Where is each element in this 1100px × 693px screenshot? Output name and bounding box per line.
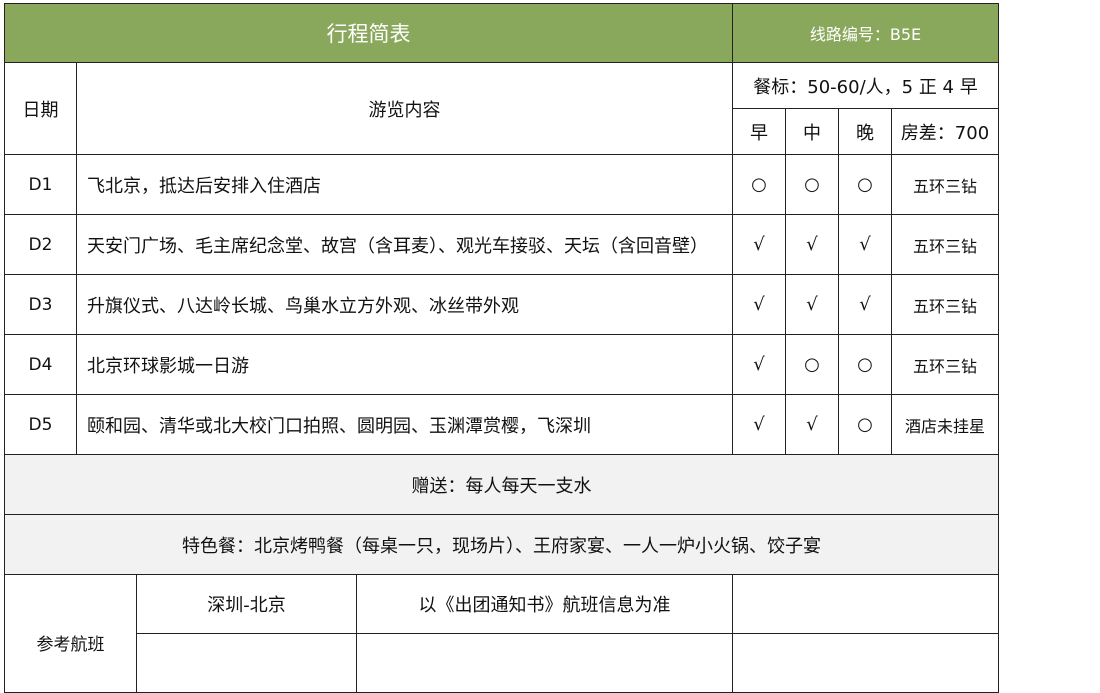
dinner-mark: ○ <box>838 154 892 215</box>
room-diff-header: 房差：700 <box>891 108 999 155</box>
table-title: 行程简表 <box>4 3 733 63</box>
day-content: 北京环球影城一日游 <box>76 334 733 395</box>
dinner-header: 晚 <box>838 108 892 155</box>
lunch-mark: √ <box>785 274 839 335</box>
day-row: D5 颐和园、清华或北大校门口拍照、圆明园、玉渊潭赏樱，飞深圳 √ √ ○ 酒店… <box>4 394 999 455</box>
lunch-mark: √ <box>785 214 839 275</box>
hotel-level: 酒店未挂星 <box>891 394 999 455</box>
gift-row: 赠送：每人每天一支水 <box>4 454 999 515</box>
dinner-mark: ○ <box>838 334 892 395</box>
itinerary-page: 行程简表 线路编号：B5E 日期 游览内容 餐标：50-60/人，5 正 4 早… <box>0 0 1100 693</box>
day-content: 升旗仪式、八达岭长城、鸟巢水立方外观、冰丝带外观 <box>76 274 733 335</box>
breakfast-mark: √ <box>732 214 786 275</box>
dinner-mark: √ <box>838 214 892 275</box>
day-label: D3 <box>4 274 77 335</box>
day-row: D1 飞北京，抵达后安排入住酒店 ○ ○ ○ 五环三钻 <box>4 154 999 215</box>
dinner-mark: √ <box>838 274 892 335</box>
flight-row-2 <box>5 633 999 693</box>
breakfast-header: 早 <box>732 108 786 155</box>
day-row: D3 升旗仪式、八达岭长城、鸟巢水立方外观、冰丝带外观 √ √ √ 五环三钻 <box>4 274 999 335</box>
day-row: D2 天安门广场、毛主席纪念堂、故宫（含耳麦）、观光车接驳、天坛（含回音壁） √… <box>4 214 999 275</box>
flight-note: 以《出团通知书》航班信息为准 <box>356 574 733 634</box>
breakfast-mark: √ <box>732 394 786 455</box>
reference-flight-label: 参考航班 <box>4 574 137 693</box>
special-meals-row: 特色餐：北京烤鸭餐（每桌一只，现场片）、王府家宴、一人一炉小火锅、饺子宴 <box>4 514 999 575</box>
flight-row: 参考航班 深圳-北京 以《出团通知书》航班信息为准 <box>4 574 999 693</box>
day-content: 颐和园、清华或北大校门口拍照、圆明园、玉渊潭赏樱，飞深圳 <box>76 394 733 455</box>
dinner-mark: ○ <box>838 394 892 455</box>
meal-standard: 餐标：50-60/人，5 正 4 早 <box>732 62 999 109</box>
itinerary-table: 行程简表 线路编号：B5E 日期 游览内容 餐标：50-60/人，5 正 4 早… <box>4 3 999 693</box>
day-label: D5 <box>4 394 77 455</box>
day-label: D2 <box>4 214 77 275</box>
lunch-mark: ○ <box>785 154 839 215</box>
content-header: 游览内容 <box>76 62 733 155</box>
breakfast-mark: √ <box>732 274 786 335</box>
lunch-mark: ○ <box>785 334 839 395</box>
day-label: D4 <box>4 334 77 395</box>
special-meals-text: 特色餐：北京烤鸭餐（每桌一只，现场片）、王府家宴、一人一炉小火锅、饺子宴 <box>4 514 999 575</box>
flight-extra <box>732 574 999 634</box>
hotel-level: 五环三钻 <box>891 154 999 215</box>
flight-extra-2 <box>732 633 999 693</box>
lunch-mark: √ <box>785 394 839 455</box>
breakfast-mark: √ <box>732 334 786 395</box>
date-header: 日期 <box>4 62 77 155</box>
day-row: D4 北京环球影城一日游 √ ○ ○ 五环三钻 <box>4 334 999 395</box>
column-header-row: 日期 游览内容 餐标：50-60/人，5 正 4 早 <box>4 62 999 155</box>
day-label: D1 <box>4 154 77 215</box>
flight-route-2 <box>136 633 357 693</box>
hotel-level: 五环三钻 <box>891 274 999 335</box>
day-content: 天安门广场、毛主席纪念堂、故宫（含耳麦）、观光车接驳、天坛（含回音壁） <box>76 214 733 275</box>
lunch-header: 中 <box>785 108 839 155</box>
hotel-level: 五环三钻 <box>891 214 999 275</box>
route-code: 线路编号：B5E <box>732 3 999 63</box>
flight-route: 深圳-北京 <box>136 574 357 634</box>
breakfast-mark: ○ <box>732 154 786 215</box>
day-content: 飞北京，抵达后安排入住酒店 <box>76 154 733 215</box>
flight-note-2 <box>356 633 733 693</box>
gift-text: 赠送：每人每天一支水 <box>4 454 999 515</box>
hotel-level: 五环三钻 <box>891 334 999 395</box>
header-row: 行程简表 线路编号：B5E <box>4 3 999 63</box>
